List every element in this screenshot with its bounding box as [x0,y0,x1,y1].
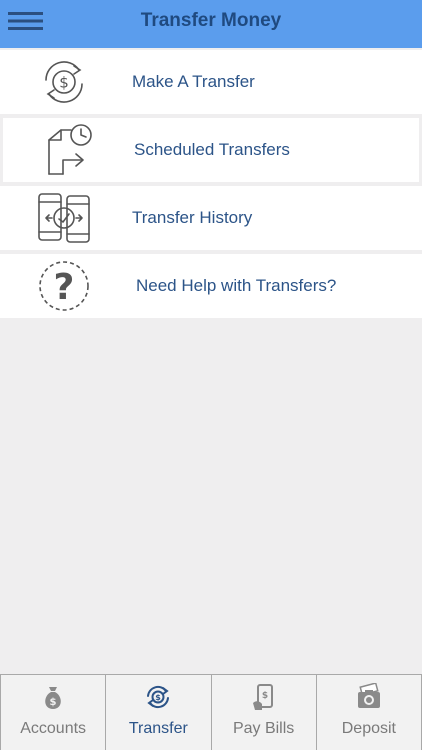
tab-label: Accounts [20,720,87,737]
camera-check-icon [357,683,380,708]
tab-transfer[interactable]: $ Transfer [105,675,210,750]
tab-pay-bills[interactable]: $ Pay Bills [210,675,316,750]
question-mark-icon: ? [39,261,89,311]
tab-label: Pay Bills [232,720,295,737]
transfer-menu-list: $ Make A Transfer Scheduled Transfers Tr… [0,50,422,322]
svg-text:?: ? [54,267,75,308]
menu-item-label: Scheduled Transfers [134,140,290,159]
mobile-bill-icon: $ [252,684,273,710]
dollar-cycle-icon: $ [147,685,170,709]
menu-item-label: Make A Transfer [132,72,255,91]
menu-item-make-transfer[interactable]: $ Make A Transfer [0,50,422,114]
svg-text:$: $ [59,74,69,92]
bottom-tab-bar: $ Accounts $ Transfer $ Pay Bills Deposi… [0,674,422,750]
tab-accounts[interactable]: $ Accounts [0,675,105,750]
app-header: Transfer Money [0,0,422,48]
tab-deposit[interactable]: Deposit [315,675,422,750]
menu-item-help-transfers[interactable]: ? Need Help with Transfers? [0,254,422,318]
svg-text:$: $ [50,697,57,708]
svg-text:$: $ [156,693,162,702]
clock-transfer-icon [48,124,92,175]
menu-item-scheduled-transfers[interactable]: Scheduled Transfers [3,118,419,182]
menu-item-label: Transfer History [132,208,253,227]
transfer-money-screen: Transfer Money $ Make A Transfer Schedul… [0,0,422,750]
tab-label: Transfer [128,720,188,737]
money-bag-icon: $ [45,687,61,709]
svg-text:$: $ [261,691,267,701]
dollar-exchange-icon: $ [45,61,83,103]
phone-to-phone-transfer-icon [38,193,90,243]
menu-item-transfer-history[interactable]: Transfer History [0,186,422,250]
menu-item-label: Need Help with Transfers? [136,276,337,295]
page-title: Transfer Money [140,10,282,31]
tab-label: Deposit [341,720,396,737]
